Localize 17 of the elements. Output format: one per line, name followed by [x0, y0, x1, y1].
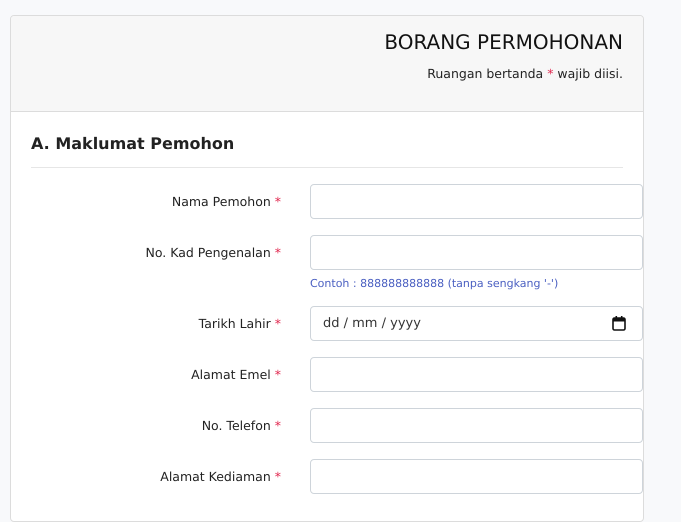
calendar-icon[interactable] [612, 316, 626, 331]
field-label: No. Kad Pengenalan * [146, 245, 281, 260]
field-label: Nama Pemohon * [172, 194, 281, 209]
section-title: A. Maklumat Pemohon [31, 134, 236, 153]
required-note: Ruangan bertanda * wajib diisi. [427, 66, 623, 81]
hint-text: Contoh : 888888888888 (tanpa sengkang '-') [310, 277, 560, 290]
input-field[interactable] [310, 184, 643, 219]
field-label: Alamat Emel * [191, 367, 281, 382]
input-field[interactable] [310, 235, 643, 270]
input-field[interactable] [310, 357, 643, 392]
field-label: No. Telefon * [202, 418, 281, 433]
date-field[interactable]: dd / mm / yyyy [310, 306, 643, 341]
input-field[interactable] [310, 459, 643, 494]
field-label: Tarikh Lahir * [198, 316, 281, 331]
input-field[interactable] [310, 408, 643, 443]
field-label: Alamat Kediaman * [160, 469, 281, 484]
form-title: BORANG PERMOHONAN [384, 30, 623, 54]
